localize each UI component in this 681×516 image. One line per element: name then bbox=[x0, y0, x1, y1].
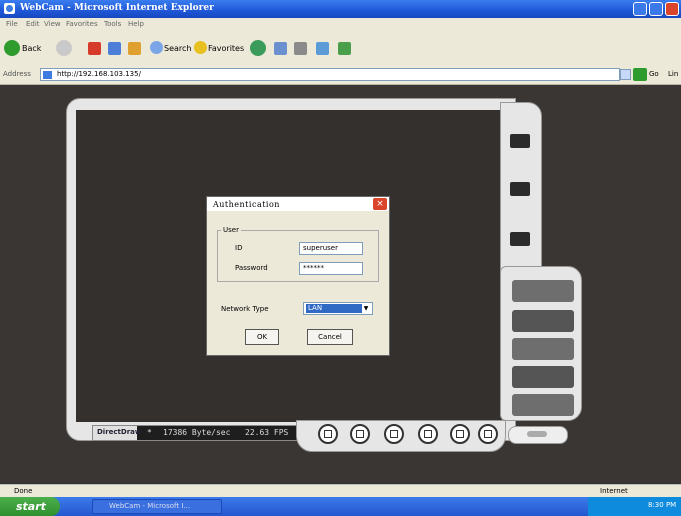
menu-bar: File Edit View Favorites Tools Help bbox=[0, 18, 681, 33]
ptz-button-1[interactable] bbox=[512, 280, 574, 302]
close-window-button[interactable] bbox=[665, 2, 679, 16]
stop-icon[interactable] bbox=[88, 42, 101, 55]
start-button[interactable]: start bbox=[0, 497, 60, 516]
fps-readout: 22.63 FPS bbox=[245, 428, 289, 437]
search-button-label[interactable]: Search bbox=[164, 44, 191, 53]
video-status-strip: DirectDraw * 17386 Byte/sec 22.63 FPS bbox=[92, 425, 300, 441]
menu-help[interactable]: Help bbox=[128, 20, 144, 28]
camera-view-icon[interactable] bbox=[510, 134, 530, 148]
password-label: Password bbox=[235, 264, 268, 272]
settings-view-icon[interactable] bbox=[510, 182, 530, 196]
fullscreen-icon[interactable] bbox=[418, 424, 438, 444]
go-arrow-icon[interactable] bbox=[633, 68, 647, 81]
security-zone: Internet bbox=[600, 487, 628, 495]
favorites-star-icon[interactable] bbox=[194, 41, 207, 54]
edit-icon[interactable] bbox=[316, 42, 329, 55]
password-field[interactable]: ****** bbox=[299, 262, 363, 275]
address-label: Address bbox=[3, 70, 31, 78]
status-bar: Done Internet bbox=[0, 484, 681, 498]
status-star: * bbox=[147, 428, 152, 437]
taskbar-window-button[interactable]: WebCam - Microsoft I... bbox=[92, 499, 222, 514]
window-title: WebCam - Microsoft Internet Explorer bbox=[20, 3, 214, 13]
menu-edit[interactable]: Edit bbox=[26, 20, 40, 28]
home-icon[interactable] bbox=[128, 42, 141, 55]
address-input[interactable]: http://192.168.103.135/ bbox=[40, 68, 620, 81]
task-label: WebCam - Microsoft I... bbox=[109, 502, 191, 510]
back-button-label[interactable]: Back bbox=[22, 44, 41, 53]
directdraw-label: DirectDraw bbox=[97, 428, 142, 436]
menu-file[interactable]: File bbox=[6, 20, 18, 28]
search-icon[interactable] bbox=[150, 41, 163, 54]
snapshot-icon[interactable] bbox=[510, 232, 530, 246]
menu-favorites[interactable]: Favorites bbox=[66, 20, 98, 28]
user-group-label: User bbox=[221, 226, 241, 234]
single-view-icon[interactable] bbox=[318, 424, 338, 444]
title-bar: WebCam - Microsoft Internet Explorer bbox=[0, 0, 681, 18]
status-text: Done bbox=[14, 487, 33, 495]
network-type-select[interactable]: LAN ▼ bbox=[303, 302, 373, 315]
dialog-title: Authentication bbox=[213, 200, 280, 209]
network-type-value: LAN bbox=[306, 304, 362, 313]
start-label: start bbox=[16, 500, 46, 513]
ptz-button-2[interactable] bbox=[512, 310, 574, 332]
print-icon[interactable] bbox=[294, 42, 307, 55]
chevron-down-icon[interactable]: ▼ bbox=[361, 304, 371, 313]
back-arrow-icon[interactable] bbox=[4, 40, 20, 56]
favorites-button-label[interactable]: Favorites bbox=[208, 44, 244, 53]
network-type-label: Network Type bbox=[221, 305, 269, 313]
taskbar: start WebCam - Microsoft I... 8:30 PM bbox=[0, 497, 681, 516]
ptz-button-3[interactable] bbox=[512, 338, 574, 360]
nine-view-icon[interactable] bbox=[384, 424, 404, 444]
id-field[interactable]: superuser bbox=[299, 242, 363, 255]
minimize-button[interactable] bbox=[633, 2, 647, 16]
go-button-label[interactable]: Go bbox=[649, 70, 659, 78]
record-icon[interactable] bbox=[478, 424, 498, 444]
extra-button[interactable] bbox=[508, 426, 568, 444]
id-label: ID bbox=[235, 244, 243, 252]
refresh-icon[interactable] bbox=[108, 42, 121, 55]
dialog-close-button[interactable]: × bbox=[373, 198, 387, 210]
ok-button[interactable]: OK bbox=[245, 329, 279, 345]
dialog-titlebar: Authentication × bbox=[207, 197, 389, 211]
audio-icon[interactable] bbox=[450, 424, 470, 444]
maximize-button[interactable] bbox=[649, 2, 663, 16]
address-url[interactable]: http://192.168.103.135/ bbox=[57, 70, 141, 78]
toolbar: Back Search Favorites bbox=[0, 32, 681, 67]
address-dropdown[interactable] bbox=[620, 69, 631, 80]
messenger-icon[interactable] bbox=[338, 42, 351, 55]
quad-view-icon[interactable] bbox=[350, 424, 370, 444]
forward-arrow-icon[interactable] bbox=[56, 40, 72, 56]
menu-view[interactable]: View bbox=[44, 20, 61, 28]
directdraw-button[interactable]: DirectDraw bbox=[93, 426, 141, 440]
clock: 8:30 PM bbox=[648, 501, 677, 509]
cancel-button[interactable]: Cancel bbox=[307, 329, 353, 345]
page-icon bbox=[43, 71, 52, 79]
system-tray: 8:30 PM bbox=[588, 497, 681, 516]
history-icon[interactable] bbox=[250, 40, 266, 56]
mail-icon[interactable] bbox=[274, 42, 287, 55]
address-bar: Address http://192.168.103.135/ Go Lin bbox=[0, 66, 681, 85]
ie-icon bbox=[4, 3, 15, 14]
authentication-dialog: Authentication × User ID superuser Passw… bbox=[206, 196, 390, 356]
links-label[interactable]: Lin bbox=[668, 70, 678, 78]
bitrate-readout: 17386 Byte/sec bbox=[163, 428, 231, 437]
ptz-button-5[interactable] bbox=[512, 394, 574, 416]
ptz-button-4[interactable] bbox=[512, 366, 574, 388]
menu-tools[interactable]: Tools bbox=[104, 20, 121, 28]
